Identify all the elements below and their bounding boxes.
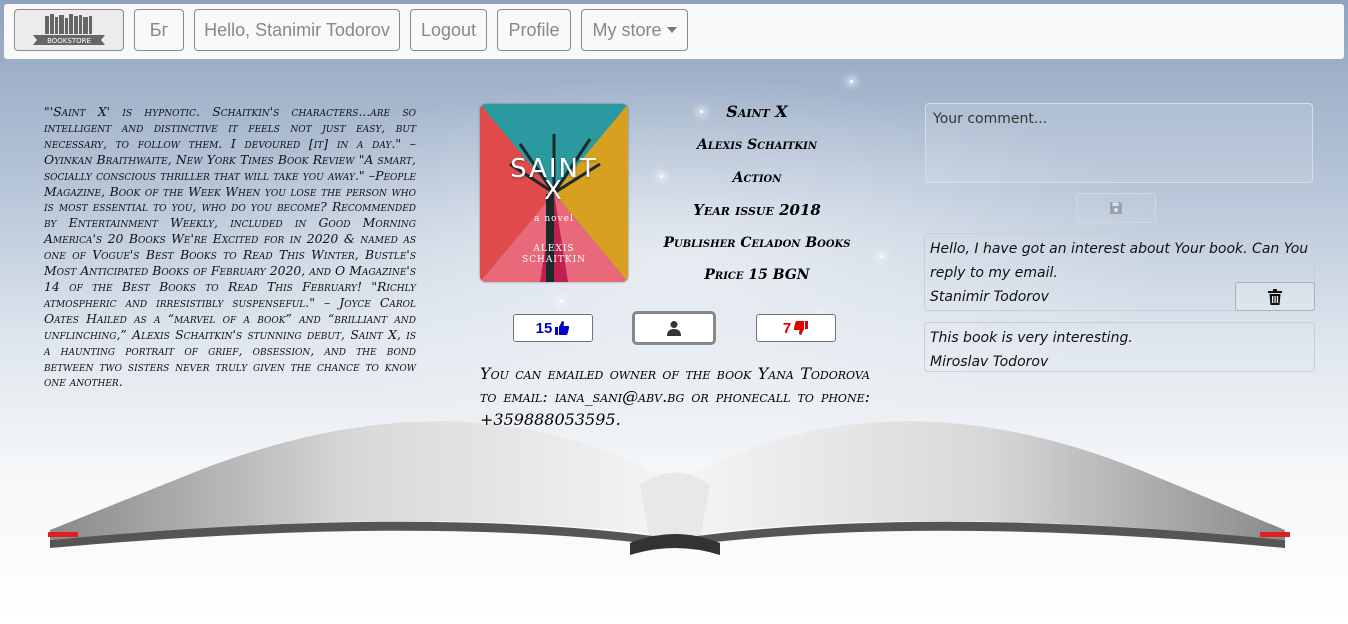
save-comment-button[interactable] [1076,193,1156,223]
sparkle [850,80,853,83]
sparkle [880,255,883,258]
profile-button[interactable]: Profile [497,9,571,51]
book-description: "'Saint X' is hypnotic. Schaitkin's char… [44,104,416,390]
greeting-button[interactable]: Hello, Stanimir Todorov [194,9,400,51]
floppy-disk-icon [1110,202,1122,214]
language-toggle-button[interactable]: Бг [134,9,184,51]
brand-logo-button[interactable]: BOOKSTORE [14,9,124,51]
trash-icon [1268,288,1282,305]
comment-author: Miroslav Todorov [930,354,1049,370]
book-cover[interactable]: SAINT X a novel ALEXIS SCHAITKIN [480,104,628,282]
sparkle [560,300,563,303]
dislike-count: 7 [782,319,792,337]
like-count: 15 [535,319,553,337]
comment-text: Hello, I have got an interest about Your… [930,241,1309,281]
cover-author-line2: SCHAITKIN [521,255,587,265]
book-publisher: Publisher Celadon Books [663,235,851,251]
brand-label: BOOKSTORE [47,37,91,45]
book-genre: Action [732,170,782,186]
like-button[interactable]: 15 [513,314,593,342]
my-store-label: My store [592,19,662,40]
bookstore-logo-icon: BOOKSTORE [33,14,105,45]
thumbs-down-icon [794,321,809,335]
dislike-button[interactable]: 7 [756,314,836,342]
cover-subtitle: a novel [534,214,574,224]
comment-input[interactable] [925,103,1313,183]
user-icon [667,321,681,336]
delete-comment-button[interactable] [1235,282,1315,311]
navbar: BOOKSTORE Бг Hello, Stanimir Todorov Log… [4,4,1344,59]
logout-button[interactable]: Logout [410,9,487,51]
thumbs-up-icon [555,321,570,335]
cover-author-line1: ALEXIS [533,244,575,254]
book-price: Price 15 BGN [704,267,810,283]
caret-down-icon [666,27,677,33]
my-store-dropdown[interactable]: My store [581,9,688,51]
owner-contact-text: You can emailed owner of the book Yana T… [480,364,870,429]
book-year-issue: Year issue 2018 [693,201,821,219]
owner-contact-button[interactable] [632,311,716,345]
book-title: Saint X [726,102,788,121]
book-author: Alexis Schaitkin [697,137,817,153]
comment-item: This book is very interesting. Miroslav … [924,322,1315,372]
cover-title-line2: X [544,176,564,206]
comment-text: This book is very interesting. [930,330,1133,346]
